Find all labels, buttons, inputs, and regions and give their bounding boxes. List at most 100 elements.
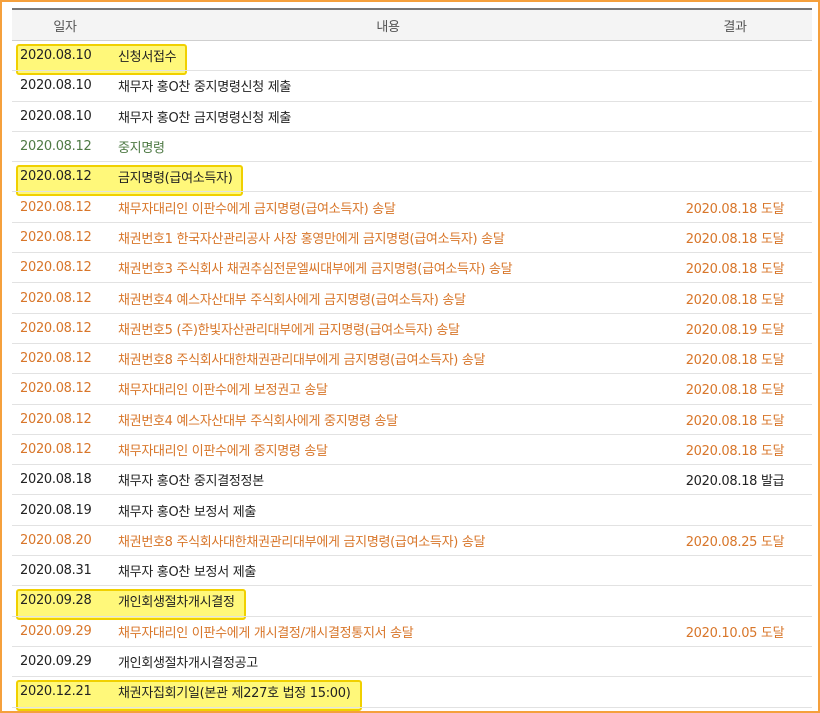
date-cell: 2020.08.12: [12, 373, 118, 405]
content-text: 채무자 홍O찬 보정서 제출: [118, 565, 257, 581]
content-text: 채권번호8 주식회사대한채권관리대부에게 금지명령(급여소득자) 송달: [118, 534, 486, 550]
content-text: 채권번호5 (주)한빛자산관리대부에게 금지명령(급여소득자) 송달: [118, 322, 460, 338]
content-cell: 채권번호8 주식회사대한채권관리대부에게 금지명령(급여소득자) 송달: [118, 343, 658, 375]
result-cell: [658, 40, 812, 72]
content-cell: 신청서접수: [118, 40, 658, 72]
result-text: 2020.08.18 도달: [685, 413, 785, 429]
result-cell: [658, 555, 812, 587]
date-cell: 2020.08.12: [12, 343, 118, 375]
date-text: 2020.08.12: [20, 169, 92, 185]
column-header-content: 내용: [118, 8, 658, 41]
content-text: 채권번호3 주식회사 채권추심전문엘씨대부에게 금지명령(급여소득자) 송달: [118, 262, 513, 278]
result-cell: 2020.08.18 도달: [658, 252, 812, 284]
history-panel: 일자 내용 결과 2020.08.10 신청서접수 2020.08.10 채무자 홍O…: [0, 0, 820, 713]
column-header-date: 일자: [12, 8, 118, 41]
table-row: 2020.08.12 채권번호5 (주)한빛자산관리대부에게 금지명령(급여소득자…: [12, 313, 812, 344]
content-text: 개인회생절차개시결정공고: [118, 656, 258, 672]
result-text: 2020.08.18 도달: [685, 231, 785, 247]
date-cell: 2020.08.12: [12, 222, 118, 254]
result-cell: 2020.08.18 도달: [658, 373, 812, 405]
table-row: 2020.08.12 채무자대리인 이판수에게 금지명령(급여소득자) 송달 202…: [12, 191, 812, 223]
table-row: 2020.08.19 채무자 홍O찬 보정서 제출: [12, 494, 812, 526]
result-cell: 2020.08.18 도달: [658, 404, 812, 435]
table-row: 2020.12.21 채권자집회기일(본관 제227호 법정 15:00): [12, 676, 812, 708]
date-text: 2020.08.31: [20, 563, 92, 579]
date-cell: 2020.08.12: [12, 131, 118, 163]
result-text: 2020.10.05 도달: [685, 625, 785, 641]
content-cell: 채무자 홍O찬 중지명령신청 제출: [118, 70, 658, 102]
table-row: 2020.08.12 채권번호4 예스자산대부 주식회사에게 중지명령 송달 202…: [12, 404, 812, 435]
result-cell: 2020.10.05 도달: [658, 616, 812, 647]
result-cell: 2020.08.18 도달: [658, 222, 812, 254]
date-cell: 2020.08.10: [12, 70, 118, 102]
date-cell: 2020.08.12: [12, 434, 118, 466]
result-cell: 2020.08.19 도달: [658, 313, 812, 344]
table-row: 2020.08.31 채무자 홍O찬 보정서 제출: [12, 555, 812, 587]
date-cell: 2020.12.21: [12, 676, 118, 708]
content-text: 채무자대리인 이판수에게 보정권고 송달: [118, 383, 328, 399]
date-text: 2020.09.29: [20, 623, 92, 639]
content-cell: 채무자대리인 이판수에게 보정권고 송달: [118, 373, 658, 405]
content-cell: 채무자대리인 이판수에게 개시결정/개시결정통지서 송달: [118, 616, 658, 647]
date-text: 2020.08.12: [20, 139, 92, 155]
date-text: 2020.08.12: [20, 199, 92, 215]
result-text: 2020.08.18 도달: [685, 262, 785, 278]
table-row: 2020.08.12 채권번호3 주식회사 채권추심전문엘씨대부에게 금지명령(급…: [12, 252, 812, 284]
date-text: 2020.08.10: [20, 78, 92, 94]
result-text: 2020.08.18 발급: [685, 474, 785, 490]
content-text: 개인회생절차개시결정: [118, 595, 235, 611]
content-cell: 중지명령: [118, 131, 658, 163]
table-row: 2020.08.12 금지명령(급여소득자): [12, 161, 812, 193]
result-cell: [658, 70, 812, 102]
content-text: 채권자집회기일(본관 제227호 법정 15:00): [118, 686, 351, 702]
result-text: 2020.08.18 도달: [685, 444, 785, 459]
date-cell: 2020.08.19: [12, 494, 118, 526]
result-cell: 2020.08.18 도달: [658, 282, 812, 314]
date-text: 2020.08.20: [20, 532, 92, 548]
date-text: 2020.08.12: [20, 290, 92, 306]
content-cell: 채권자집회기일(본관 제227호 법정 15:00): [118, 676, 658, 708]
date-cell: 2020.08.10: [12, 40, 118, 72]
date-text: 2020.12.21: [20, 684, 92, 700]
case-history-table: 일자 내용 결과 2020.08.10 신청서접수 2020.08.10 채무자 홍O…: [12, 8, 812, 708]
date-text: 2020.08.12: [20, 442, 92, 457]
result-text: 2020.08.18 도달: [685, 383, 785, 399]
content-text: 채무자 홍O찬 보정서 제출: [118, 504, 257, 520]
date-text: 2020.08.12: [20, 381, 92, 397]
date-text: 2020.09.28: [20, 593, 92, 609]
result-cell: [658, 494, 812, 526]
result-cell: 2020.08.18 도달: [658, 343, 812, 375]
date-cell: 2020.08.10: [12, 101, 118, 132]
content-text: 채권번호4 예스자산대부 주식회사에게 금지명령(급여소득자) 송달: [118, 292, 466, 308]
content-cell: 채권번호4 예스자산대부 주식회사에게 중지명령 송달: [118, 404, 658, 435]
content-cell: 채무자대리인 이판수에게 금지명령(급여소득자) 송달: [118, 191, 658, 223]
date-text: 2020.08.12: [20, 411, 92, 427]
table-row: 2020.08.18 채무자 홍O찬 중지결정정본 2020.08.18 발급: [12, 464, 812, 496]
date-cell: 2020.09.29: [12, 616, 118, 647]
date-text: 2020.08.12: [20, 320, 92, 336]
table-row: 2020.09.28 개인회생절차개시결정: [12, 585, 812, 617]
date-cell: 2020.08.12: [12, 161, 118, 193]
table-row: 2020.08.10 신청서접수: [12, 40, 812, 72]
table-row: 2020.08.10 채무자 홍O찬 금지명령신청 제출: [12, 101, 812, 132]
content-cell: 채무자대리인 이판수에게 중지명령 송달: [118, 434, 658, 466]
table-row: 2020.08.12 채권번호4 예스자산대부 주식회사에게 금지명령(급여소득자…: [12, 282, 812, 314]
result-cell: 2020.08.18 발급: [658, 464, 812, 496]
table-row: 2020.09.29 개인회생절차개시결정공고: [12, 646, 812, 678]
content-cell: 채권번호5 (주)한빛자산관리대부에게 금지명령(급여소득자) 송달: [118, 313, 658, 344]
content-cell: 개인회생절차개시결정: [118, 585, 658, 617]
table-row: 2020.08.20 채권번호8 주식회사대한채권관리대부에게 금지명령(급여소득…: [12, 525, 812, 557]
date-cell: 2020.08.18: [12, 464, 118, 496]
result-cell: [658, 161, 812, 193]
date-cell: 2020.08.12: [12, 191, 118, 223]
date-cell: 2020.08.12: [12, 252, 118, 284]
date-text: 2020.08.10: [20, 108, 92, 124]
result-cell: 2020.08.18 도달: [658, 191, 812, 223]
result-text: 2020.08.18 도달: [685, 292, 785, 308]
result-cell: 2020.08.25 도달: [658, 525, 812, 557]
date-cell: 2020.08.12: [12, 404, 118, 435]
content-text: 채무자대리인 이판수에게 금지명령(급여소득자) 송달: [118, 201, 396, 217]
date-cell: 2020.08.12: [12, 313, 118, 344]
date-text: 2020.08.18: [20, 472, 92, 488]
result-text: 2020.08.18 도달: [685, 353, 785, 369]
